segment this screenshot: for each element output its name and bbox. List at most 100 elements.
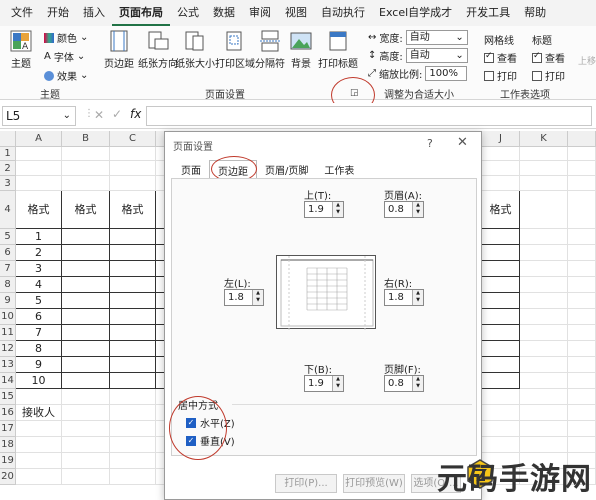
cell[interactable] (16, 161, 62, 176)
cell[interactable] (568, 437, 596, 453)
col-header-a[interactable]: A (16, 131, 62, 147)
cell[interactable] (110, 309, 156, 325)
cell[interactable] (62, 357, 110, 373)
cell[interactable] (110, 293, 156, 309)
table-number-cell[interactable]: 4 (16, 277, 62, 293)
row-header[interactable]: 12 (0, 341, 16, 357)
cell[interactable] (482, 405, 520, 421)
cell[interactable] (520, 373, 568, 389)
background-button[interactable]: 背景 (290, 30, 312, 70)
cell[interactable] (568, 261, 596, 277)
cell[interactable] (16, 437, 62, 453)
cell[interactable] (16, 389, 62, 405)
cell[interactable] (520, 229, 568, 245)
table-number-cell[interactable]: 10 (16, 373, 62, 389)
gridlines-view[interactable]: 查看 (484, 50, 517, 65)
col-header-k[interactable]: K (520, 131, 568, 147)
cell[interactable] (482, 147, 520, 161)
row-header[interactable]: 18 (0, 437, 16, 453)
cell[interactable] (16, 176, 62, 191)
colors-button[interactable]: 颜色 ⌄ (44, 30, 88, 45)
cell[interactable] (520, 161, 568, 176)
row-header[interactable]: 20 (0, 469, 16, 485)
cell[interactable] (568, 389, 596, 405)
table-number-cell[interactable]: 8 (16, 341, 62, 357)
cell[interactable] (110, 147, 156, 161)
headings-print-checkbox[interactable] (532, 70, 542, 81)
cell[interactable] (568, 161, 596, 176)
table-number-cell[interactable]: 6 (16, 309, 62, 325)
cell[interactable] (110, 389, 156, 405)
table-number-cell[interactable]: 7 (16, 325, 62, 341)
cell[interactable] (16, 147, 62, 161)
cell[interactable] (482, 261, 520, 277)
row-header[interactable]: 15 (0, 389, 16, 405)
cell[interactable] (520, 325, 568, 341)
row-header[interactable]: 1 (0, 147, 16, 161)
cell[interactable] (482, 245, 520, 261)
cell[interactable] (110, 405, 156, 421)
table-header-cell[interactable]: 格式 (62, 191, 110, 229)
help-icon[interactable]: ? (427, 137, 433, 150)
cell[interactable] (520, 176, 568, 191)
cell[interactable] (520, 245, 568, 261)
cell[interactable] (482, 176, 520, 191)
fx-icon[interactable]: fx (130, 107, 141, 121)
margins-button[interactable]: 页边距 (104, 30, 134, 70)
cell[interactable] (110, 261, 156, 277)
fonts-button[interactable]: A 字体 ⌄ (44, 49, 85, 64)
cell[interactable] (62, 309, 110, 325)
formula-input[interactable] (146, 106, 592, 126)
cell[interactable] (110, 277, 156, 293)
name-box[interactable]: L5 ⌄ (2, 106, 76, 126)
menu-page-layout[interactable]: 页面布局 (112, 0, 170, 26)
cell[interactable] (482, 341, 520, 357)
cell[interactable] (520, 389, 568, 405)
cell[interactable] (568, 147, 596, 161)
cell[interactable] (110, 453, 156, 469)
print-button[interactable]: 打印(P)... (275, 474, 337, 493)
table-number-cell[interactable]: 2 (16, 245, 62, 261)
cell[interactable] (520, 437, 568, 453)
row-header[interactable]: 8 (0, 277, 16, 293)
cell[interactable] (16, 453, 62, 469)
table-number-cell[interactable]: 1 (16, 229, 62, 245)
cell[interactable] (482, 309, 520, 325)
table-header-cell[interactable]: 格式 (16, 191, 62, 229)
enter-icon[interactable]: ✓ (112, 107, 122, 121)
cell[interactable] (482, 325, 520, 341)
headings-print[interactable]: 打印 (532, 68, 565, 83)
width-select[interactable]: 自动 ⌄ (405, 30, 468, 45)
tab-page[interactable]: 页面 (173, 160, 209, 178)
top-margin-spinner[interactable]: 1.9 ▲ ▼ (304, 201, 344, 218)
spinner-arrows-icon[interactable]: ▲ ▼ (252, 290, 263, 305)
close-icon[interactable]: ✕ (457, 135, 468, 150)
cell[interactable] (110, 161, 156, 176)
headings-view[interactable]: 查看 (532, 50, 565, 65)
cell[interactable] (16, 421, 62, 437)
table-number-cell[interactable]: 5 (16, 293, 62, 309)
cell[interactable] (62, 261, 110, 277)
cell[interactable] (568, 373, 596, 389)
cell[interactable] (62, 147, 110, 161)
left-margin-spinner[interactable]: 1.8 ▲ ▼ (224, 289, 264, 306)
cell[interactable] (482, 293, 520, 309)
cell[interactable] (568, 277, 596, 293)
cell[interactable] (568, 405, 596, 421)
spinner-arrows-icon[interactable]: ▲ ▼ (332, 376, 343, 391)
row-header[interactable]: 16 (0, 405, 16, 421)
row-header[interactable]: 13 (0, 357, 16, 373)
cell[interactable] (520, 191, 568, 229)
cell[interactable] (520, 277, 568, 293)
footer-margin-spinner[interactable]: 0.8 ▲ ▼ (384, 375, 424, 392)
cell[interactable] (520, 261, 568, 277)
cell[interactable] (568, 309, 596, 325)
cell[interactable] (62, 373, 110, 389)
table-number-cell[interactable]: 3 (16, 261, 62, 277)
gridlines-print-checkbox[interactable] (484, 70, 494, 81)
cell[interactable] (482, 161, 520, 176)
row-header[interactable]: 5 (0, 229, 16, 245)
cell[interactable] (520, 147, 568, 161)
cell[interactable] (482, 277, 520, 293)
spinner-arrows-icon[interactable]: ▲ ▼ (332, 202, 343, 217)
